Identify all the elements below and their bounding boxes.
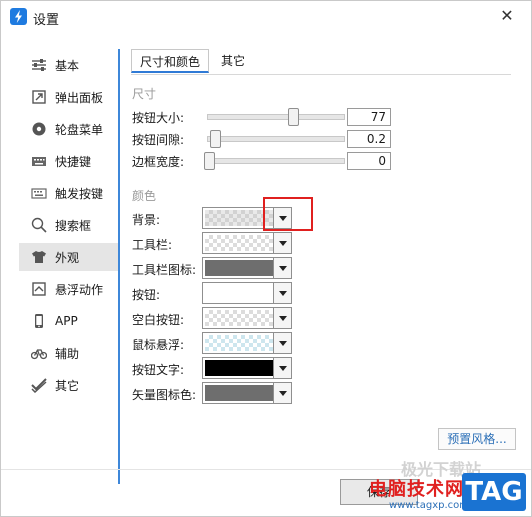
border-width-label: 边框宽度:: [132, 155, 185, 169]
button-gap-slider-track[interactable]: [207, 136, 345, 142]
button-color-picker[interactable]: [202, 282, 292, 304]
mouse-hover-color-picker[interactable]: [202, 332, 292, 354]
chevron-down-icon[interactable]: [273, 283, 291, 303]
wheel-menu-icon: [31, 121, 47, 137]
bicycle-icon: [30, 345, 48, 361]
toolbar-color-picker[interactable]: [202, 232, 292, 254]
trigger-key-icon: [31, 185, 47, 201]
button-size-label: 按钮大小:: [132, 111, 185, 125]
sidebar-item-hotkeys[interactable]: 快捷键: [19, 147, 119, 175]
toolbar-color-swatch: [205, 235, 273, 251]
toolbar-color-label: 工具栏:: [132, 238, 173, 252]
highlight-annotation-box: [263, 197, 313, 231]
sidebar-item-label: 悬浮动作: [55, 282, 104, 297]
border-width-slider-track[interactable]: [207, 158, 345, 164]
button-size-input[interactable]: 77: [347, 108, 391, 126]
sidebar-item-hover-action[interactable]: 悬浮动作: [19, 275, 119, 303]
border-width-input[interactable]: 0: [347, 152, 391, 170]
toolbar-icon-color-picker[interactable]: [202, 257, 292, 279]
tab-other[interactable]: 其它: [221, 49, 245, 73]
hover-action-icon: [31, 281, 47, 297]
button-color-label: 按钮:: [132, 288, 161, 302]
button-text-color-swatch: [205, 360, 273, 376]
chevron-down-icon[interactable]: [273, 358, 291, 378]
chevron-down-icon[interactable]: [273, 383, 291, 403]
button-text-color-picker[interactable]: [202, 357, 292, 379]
chevron-down-icon[interactable]: [273, 233, 291, 253]
watermark-tag-logo: TAG: [462, 473, 526, 511]
watermark-site-text: 电脑技术网: [369, 479, 464, 500]
sidebar-item-basic[interactable]: 基本: [19, 51, 119, 79]
preset-style-button[interactable]: 预置风格...: [438, 428, 516, 450]
sidebar-item-popup-panel[interactable]: 弹出面板: [19, 83, 119, 111]
sliders-icon: [31, 57, 47, 73]
sidebar-item-label: 弹出面板: [55, 90, 104, 105]
toolbar-icon-color-swatch: [205, 260, 273, 276]
watermark-url: www.tagxp.com: [389, 500, 469, 511]
button-gap-input[interactable]: 0.2: [347, 130, 391, 148]
button-text-color-label: 按钮文字:: [132, 363, 185, 377]
sidebar-item-trigger-keys[interactable]: 触发按键: [19, 179, 119, 207]
vector-icon-color-picker[interactable]: [202, 382, 292, 404]
close-button[interactable]: ✕: [487, 3, 527, 29]
sidebar-item-wheel-menu[interactable]: 轮盘菜单: [19, 115, 119, 143]
settings-window: 设置 ✕ 基本 弹出面板 轮盘菜单 快捷键 触发按键 搜索框 外观 悬浮动作 A…: [0, 0, 532, 517]
window-title: 设置: [33, 13, 60, 28]
chevron-down-icon[interactable]: [273, 333, 291, 353]
mouse-hover-color-swatch: [205, 335, 273, 351]
vector-icon-color-label: 矢量图标色:: [132, 388, 197, 402]
sidebar-item-label: 外观: [55, 250, 80, 265]
sidebar-item-label: 辅助: [55, 346, 80, 361]
phone-icon: [31, 313, 47, 329]
sidebar-item-other[interactable]: 其它: [19, 371, 119, 399]
color-section-title: 颜色: [132, 189, 157, 203]
tab-underline: [131, 74, 511, 75]
background-color-label: 背景:: [132, 213, 161, 227]
border-width-slider-thumb[interactable]: [204, 152, 215, 170]
tab-bar: 尺寸和颜色 其它: [131, 49, 511, 75]
sidebar-item-label: 触发按键: [55, 186, 104, 201]
blank-button-color-picker[interactable]: [202, 307, 292, 329]
vector-icon-color-swatch: [205, 385, 273, 401]
mouse-hover-color-label: 鼠标悬浮:: [132, 338, 185, 352]
check-icon: [31, 377, 47, 394]
lightning-app-icon: [10, 8, 27, 25]
button-size-slider-thumb[interactable]: [288, 108, 299, 126]
sidebar-item-search-box[interactable]: 搜索框: [19, 211, 119, 239]
sidebar-item-label: 轮盘菜单: [55, 122, 104, 137]
title-bar: 设置 ✕: [1, 1, 531, 33]
sidebar-item-label: 快捷键: [55, 154, 92, 169]
sidebar-item-label: 搜索框: [55, 218, 92, 233]
chevron-down-icon[interactable]: [273, 308, 291, 328]
popup-panel-icon: [31, 89, 47, 105]
button-gap-label: 按钮间隙:: [132, 133, 185, 147]
size-section-title: 尺寸: [132, 87, 157, 101]
chevron-down-icon[interactable]: [273, 258, 291, 278]
sidebar-item-app[interactable]: APP: [19, 307, 119, 335]
sidebar-item-label: APP: [55, 314, 78, 328]
button-gap-slider-thumb[interactable]: [210, 130, 221, 148]
button-color-swatch: [205, 285, 273, 301]
blank-button-color-swatch: [205, 310, 273, 326]
toolbar-icon-color-label: 工具栏图标:: [132, 263, 197, 277]
sidebar-item-label: 其它: [55, 378, 80, 393]
keyboard-icon: [31, 153, 47, 169]
sidebar-item-assist[interactable]: 辅助: [19, 339, 119, 367]
sidebar-item-label: 基本: [55, 58, 80, 73]
sidebar: 基本 弹出面板 轮盘菜单 快捷键 触发按键 搜索框 外观 悬浮动作 APP 辅助…: [19, 49, 119, 481]
blank-button-color-label: 空白按钮:: [132, 313, 185, 327]
sidebar-divider: [118, 49, 120, 484]
button-size-slider-track[interactable]: [207, 114, 345, 120]
search-icon: [31, 217, 47, 233]
tab-size-and-color[interactable]: 尺寸和颜色: [131, 49, 210, 73]
close-icon: ✕: [500, 6, 514, 25]
shirt-icon: [31, 249, 47, 265]
sidebar-item-appearance[interactable]: 外观: [19, 243, 119, 271]
